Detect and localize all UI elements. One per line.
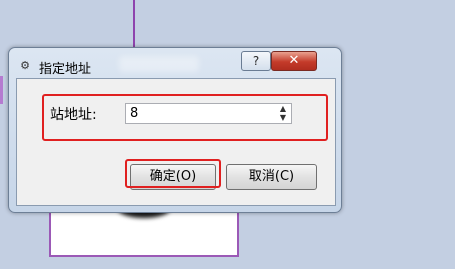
cancel-button[interactable]: 取消(C) (226, 164, 317, 190)
background-vertical-line (133, 0, 135, 52)
help-button[interactable]: ? (241, 51, 271, 71)
dialog-title: 指定地址 (39, 62, 92, 77)
background-side-mark (0, 76, 3, 104)
close-button[interactable]: ✕ (271, 51, 317, 71)
gear-icon[interactable]: ⚙ (19, 60, 31, 72)
dialog-titlebar[interactable]: ⚙ 指定地址 ? ✕ (9, 48, 341, 78)
title-blur (119, 56, 199, 72)
highlight-ok-button (125, 159, 221, 188)
highlight-station-row (42, 94, 328, 141)
